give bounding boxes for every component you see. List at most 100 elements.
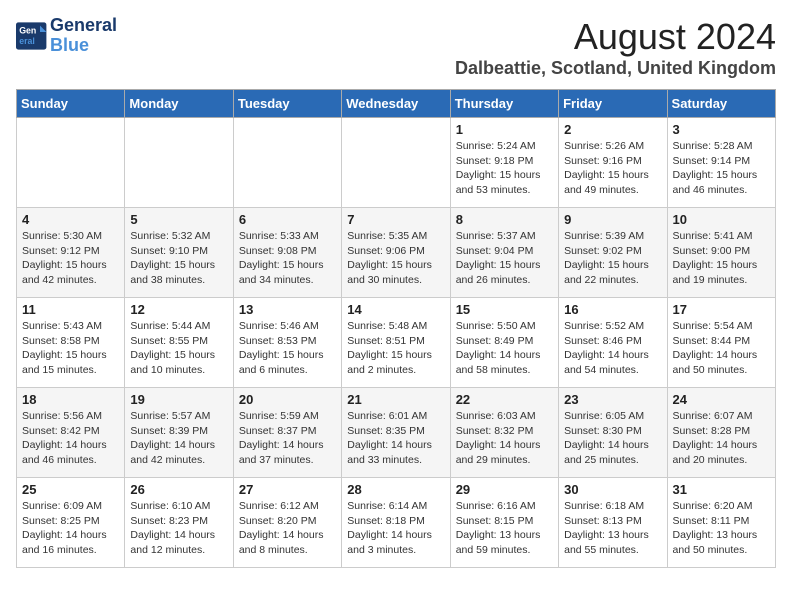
calendar-cell (17, 118, 125, 208)
title-block: August 2024 Dalbeattie, Scotland, United… (455, 16, 776, 79)
day-info: Sunrise: 5:30 AM Sunset: 9:12 PM Dayligh… (22, 229, 119, 288)
calendar-cell: 21 Sunrise: 6:01 AM Sunset: 8:35 PM Dayli… (342, 388, 450, 478)
calendar-cell: 6 Sunrise: 5:33 AM Sunset: 9:08 PM Daylig… (233, 208, 341, 298)
day-info: Sunrise: 6:12 AM Sunset: 8:20 PM Dayligh… (239, 499, 336, 558)
day-number: 22 (456, 392, 553, 407)
calendar-body: 1 Sunrise: 5:24 AM Sunset: 9:18 PM Daylig… (17, 118, 776, 568)
calendar-cell: 5 Sunrise: 5:32 AM Sunset: 9:10 PM Daylig… (125, 208, 233, 298)
day-number: 26 (130, 482, 227, 497)
calendar-cell: 3Sunrise: 5:28 AM Sunset: 9:14 PM Daylig… (667, 118, 775, 208)
calendar-cell (342, 118, 450, 208)
calendar-cell: 8Sunrise: 5:37 AM Sunset: 9:04 PM Daylig… (450, 208, 558, 298)
day-info: Sunrise: 6:05 AM Sunset: 8:30 PM Dayligh… (564, 409, 661, 468)
day-info: Sunrise: 6:18 AM Sunset: 8:13 PM Dayligh… (564, 499, 661, 558)
calendar-cell: 26 Sunrise: 6:10 AM Sunset: 8:23 PM Dayli… (125, 478, 233, 568)
calendar-cell: 10Sunrise: 5:41 AM Sunset: 9:00 PM Dayli… (667, 208, 775, 298)
calendar-cell: 24 Sunrise: 6:07 AM Sunset: 8:28 PM Dayli… (667, 388, 775, 478)
day-info: Sunrise: 5:26 AM Sunset: 9:16 PM Dayligh… (564, 139, 661, 198)
day-number: 17 (673, 302, 770, 317)
calendar-cell: 17 Sunrise: 5:54 AM Sunset: 8:44 PM Dayli… (667, 298, 775, 388)
day-info: Sunrise: 6:01 AM Sunset: 8:35 PM Dayligh… (347, 409, 444, 468)
day-info: Sunrise: 5:52 AM Sunset: 8:46 PM Dayligh… (564, 319, 661, 378)
day-number: 20 (239, 392, 336, 407)
day-info: Sunrise: 5:57 AM Sunset: 8:39 PM Dayligh… (130, 409, 227, 468)
svg-text:Gen: Gen (19, 25, 36, 35)
day-info: Sunrise: 6:10 AM Sunset: 8:23 PM Dayligh… (130, 499, 227, 558)
calendar-cell: 27 Sunrise: 6:12 AM Sunset: 8:20 PM Dayli… (233, 478, 341, 568)
day-number: 6 (239, 212, 336, 227)
calendar-cell: 18 Sunrise: 5:56 AM Sunset: 8:42 PM Dayli… (17, 388, 125, 478)
day-info: Sunrise: 6:20 AM Sunset: 8:11 PM Dayligh… (673, 499, 770, 558)
day-info: Sunrise: 6:03 AM Sunset: 8:32 PM Dayligh… (456, 409, 553, 468)
subtitle: Dalbeattie, Scotland, United Kingdom (455, 58, 776, 79)
calendar-cell: 13Sunrise: 5:46 AM Sunset: 8:53 PM Dayli… (233, 298, 341, 388)
day-info: Sunrise: 5:41 AM Sunset: 9:00 PM Dayligh… (673, 229, 770, 288)
day-number: 31 (673, 482, 770, 497)
day-info: Sunrise: 5:44 AM Sunset: 8:55 PM Dayligh… (130, 319, 227, 378)
calendar-cell: 16 Sunrise: 5:52 AM Sunset: 8:46 PM Dayli… (559, 298, 667, 388)
week-row-1: 1 Sunrise: 5:24 AM Sunset: 9:18 PM Daylig… (17, 118, 776, 208)
day-info: Sunrise: 5:54 AM Sunset: 8:44 PM Dayligh… (673, 319, 770, 378)
day-number: 28 (347, 482, 444, 497)
calendar-cell: 30 Sunrise: 6:18 AM Sunset: 8:13 PM Dayli… (559, 478, 667, 568)
day-number: 11 (22, 302, 119, 317)
day-info: Sunrise: 5:35 AM Sunset: 9:06 PM Dayligh… (347, 229, 444, 288)
week-row-3: 11 Sunrise: 5:43 AM Sunset: 8:58 PM Dayli… (17, 298, 776, 388)
day-info: Sunrise: 6:14 AM Sunset: 8:18 PM Dayligh… (347, 499, 444, 558)
day-info: Sunrise: 5:56 AM Sunset: 8:42 PM Dayligh… (22, 409, 119, 468)
day-number: 14 (347, 302, 444, 317)
calendar-cell: 31 Sunrise: 6:20 AM Sunset: 8:11 PM Dayli… (667, 478, 775, 568)
day-number: 18 (22, 392, 119, 407)
day-number: 15 (456, 302, 553, 317)
day-info: Sunrise: 5:32 AM Sunset: 9:10 PM Dayligh… (130, 229, 227, 288)
calendar-cell: 14 Sunrise: 5:48 AM Sunset: 8:51 PM Dayli… (342, 298, 450, 388)
day-info: Sunrise: 6:09 AM Sunset: 8:25 PM Dayligh… (22, 499, 119, 558)
calendar-cell: 7Sunrise: 5:35 AM Sunset: 9:06 PM Daylig… (342, 208, 450, 298)
logo-text: General Blue (50, 16, 117, 56)
calendar-cell: 28 Sunrise: 6:14 AM Sunset: 8:18 PM Dayli… (342, 478, 450, 568)
day-number: 27 (239, 482, 336, 497)
day-number: 1 (456, 122, 553, 137)
day-info: Sunrise: 5:24 AM Sunset: 9:18 PM Dayligh… (456, 139, 553, 198)
logo: Gen eral General Blue (16, 16, 117, 56)
day-number: 25 (22, 482, 119, 497)
day-info: Sunrise: 5:33 AM Sunset: 9:08 PM Dayligh… (239, 229, 336, 288)
calendar-cell: 22 Sunrise: 6:03 AM Sunset: 8:32 PM Dayli… (450, 388, 558, 478)
day-info: Sunrise: 5:37 AM Sunset: 9:04 PM Dayligh… (456, 229, 553, 288)
day-info: Sunrise: 6:07 AM Sunset: 8:28 PM Dayligh… (673, 409, 770, 468)
day-number: 5 (130, 212, 227, 227)
calendar-cell: 29 Sunrise: 6:16 AM Sunset: 8:15 PM Dayli… (450, 478, 558, 568)
day-number: 9 (564, 212, 661, 227)
week-row-4: 18 Sunrise: 5:56 AM Sunset: 8:42 PM Dayli… (17, 388, 776, 478)
day-number: 16 (564, 302, 661, 317)
day-info: Sunrise: 5:59 AM Sunset: 8:37 PM Dayligh… (239, 409, 336, 468)
column-header-wednesday: Wednesday (342, 90, 450, 118)
day-number: 13 (239, 302, 336, 317)
day-number: 3 (673, 122, 770, 137)
day-info: Sunrise: 5:43 AM Sunset: 8:58 PM Dayligh… (22, 319, 119, 378)
day-number: 2 (564, 122, 661, 137)
calendar-cell: 15 Sunrise: 5:50 AM Sunset: 8:49 PM Dayli… (450, 298, 558, 388)
day-number: 24 (673, 392, 770, 407)
calendar-cell: 25 Sunrise: 6:09 AM Sunset: 8:25 PM Dayli… (17, 478, 125, 568)
day-number: 12 (130, 302, 227, 317)
column-header-tuesday: Tuesday (233, 90, 341, 118)
day-number: 21 (347, 392, 444, 407)
day-info: Sunrise: 6:16 AM Sunset: 8:15 PM Dayligh… (456, 499, 553, 558)
column-header-friday: Friday (559, 90, 667, 118)
calendar-cell: 1 Sunrise: 5:24 AM Sunset: 9:18 PM Daylig… (450, 118, 558, 208)
day-number: 23 (564, 392, 661, 407)
day-info: Sunrise: 5:50 AM Sunset: 8:49 PM Dayligh… (456, 319, 553, 378)
page-header: Gen eral General Blue August 2024 Dalbea… (16, 16, 776, 79)
calendar-cell: 12 Sunrise: 5:44 AM Sunset: 8:55 PM Dayli… (125, 298, 233, 388)
calendar-table: SundayMondayTuesdayWednesdayThursdayFrid… (16, 89, 776, 568)
day-number: 30 (564, 482, 661, 497)
calendar-cell: 2 Sunrise: 5:26 AM Sunset: 9:16 PM Daylig… (559, 118, 667, 208)
column-header-monday: Monday (125, 90, 233, 118)
main-title: August 2024 (455, 16, 776, 58)
day-info: Sunrise: 5:48 AM Sunset: 8:51 PM Dayligh… (347, 319, 444, 378)
calendar-cell: 11 Sunrise: 5:43 AM Sunset: 8:58 PM Dayli… (17, 298, 125, 388)
week-row-2: 4Sunrise: 5:30 AM Sunset: 9:12 PM Daylig… (17, 208, 776, 298)
day-number: 29 (456, 482, 553, 497)
calendar-cell (125, 118, 233, 208)
